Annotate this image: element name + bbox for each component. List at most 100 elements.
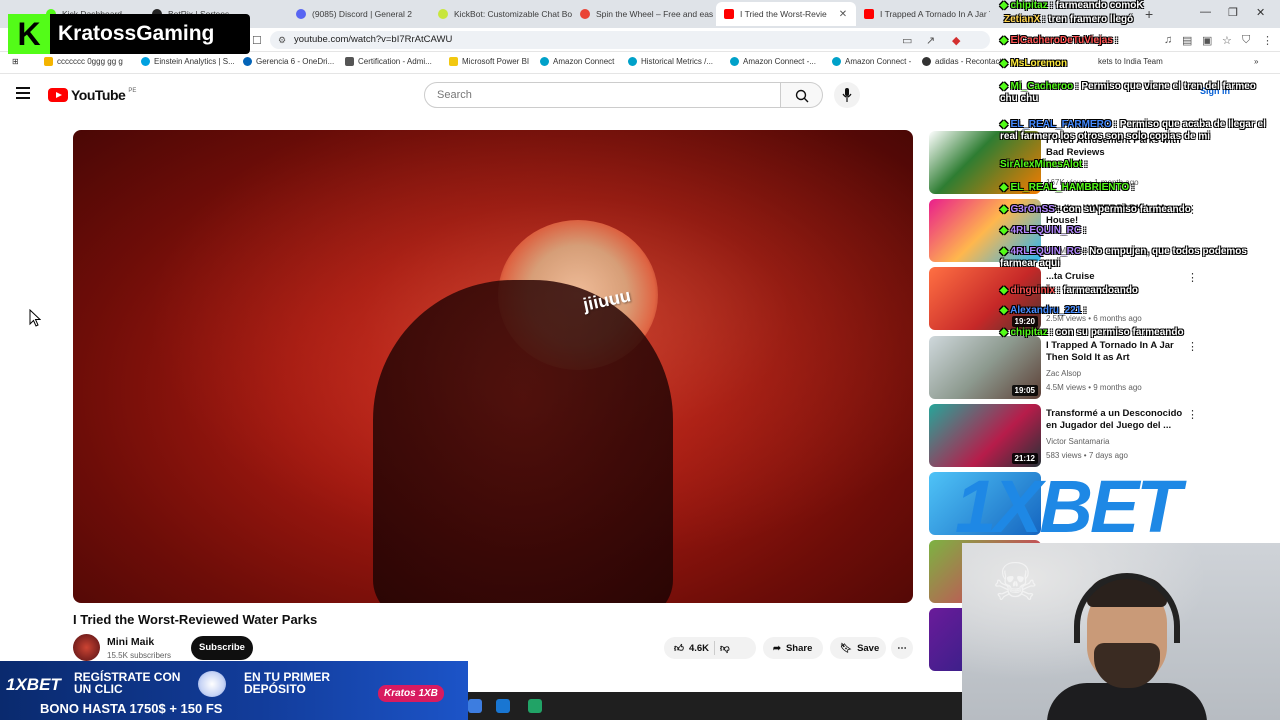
promo-tag: Kratos 1XB [378, 685, 444, 702]
new-tab-icon[interactable]: + [1145, 6, 1153, 22]
shield-icon[interactable]: ⛉ [1242, 34, 1250, 47]
close-tab-icon[interactable]: ✕ [839, 9, 847, 20]
microphone-icon [842, 88, 852, 102]
video-thumbnail[interactable]: 19:20 [929, 267, 1041, 330]
hamburger-menu-icon[interactable] [16, 87, 30, 102]
more-options-icon[interactable]: ⋮ [1187, 203, 1198, 216]
search-input[interactable]: Search [424, 82, 781, 108]
tab-discord[interactable]: (9085) Discord | General 2 [296, 4, 434, 24]
divider [714, 641, 716, 655]
share-page-icon[interactable]: ↗ [926, 34, 935, 47]
recommendation-item[interactable]: 19:20 ...ta Cruise 2.5M views • 6 months… [929, 267, 1269, 330]
search-button[interactable] [781, 82, 823, 108]
bookmark-item[interactable]: Amazon Connect - [832, 57, 911, 66]
maximize-icon[interactable]: ❐ [1228, 6, 1238, 19]
channel-name[interactable]: Mini Maik [107, 636, 154, 648]
promo-line-3: BONO HASTA 1750$ + 150 FS [40, 701, 223, 716]
skull-decal-icon: ☠ [992, 554, 1039, 612]
channel-avatar[interactable] [73, 634, 100, 661]
minimize-icon[interactable]: — [1200, 6, 1211, 18]
bookmarks-bar: ⊞ ccccccc 0ggg gg g Einstein Analytics |… [0, 52, 1280, 74]
streamer-name: KratossGaming [58, 22, 215, 45]
bookmark-item[interactable]: Historical Metrics /... [628, 57, 713, 66]
search-icon [795, 89, 809, 103]
tab-favicon-icon [296, 9, 306, 19]
cloud-icon [141, 57, 150, 66]
more-bookmarks-icon[interactable]: » [1254, 57, 1258, 66]
webcam-feed: ☠ [962, 543, 1280, 720]
promo-brand: 1XBET [6, 675, 61, 694]
bookmark-item[interactable]: Amazon Connect [540, 57, 614, 66]
mouse-cursor-icon [29, 309, 41, 327]
brave-shield-icon[interactable]: ◆ [952, 34, 960, 47]
recommendation-item[interactable]: 19:05 I Trapped A Tornado In A Jar Then … [929, 336, 1269, 399]
bookmark-item[interactable]: adidas - Recontacto [922, 57, 1006, 66]
tab-spin-wheel[interactable]: Spin the Wheel – Free and eas [580, 4, 714, 24]
bookmark-icon[interactable]: ☐ [252, 34, 262, 47]
share-button[interactable]: ➦ Share [763, 637, 823, 659]
cloud-icon [832, 57, 841, 66]
tab-tornado-video[interactable]: I Trapped A Tornado In A Jar Th [864, 4, 990, 24]
video-title: I Tried the Worst-Reviewed Water Parks [73, 612, 318, 627]
tab-favicon-icon [580, 9, 590, 19]
certificate-icon [345, 57, 354, 66]
bookmark-item[interactable]: Certification - Admi... [345, 57, 432, 66]
apps-icon[interactable]: ⊞ [12, 57, 19, 66]
recommendation-item[interactable]: 21:12 Transformé a un Desconocido en Jug… [929, 404, 1269, 467]
tab-kickbot[interactable]: KickBot: Customizable Chat Bo [438, 4, 574, 24]
split-view-icon[interactable]: ▣ [1202, 34, 1212, 47]
url-field[interactable]: ⚙ youtube.com/watch?v=bI7RrAtCAWU [270, 31, 990, 49]
taskbar-app-icon[interactable] [496, 699, 510, 713]
like-count: 4.6K [688, 642, 710, 654]
cloud-icon [730, 57, 739, 66]
video-thumbnail[interactable] [929, 131, 1041, 194]
subscribe-button[interactable]: Subscribe [191, 636, 253, 660]
bookmark-item[interactable]: kets to India Team [1098, 57, 1163, 66]
tab-active-youtube-video[interactable]: I Tried the Worst-Revie ✕ [716, 2, 856, 26]
bookmark-item[interactable]: Gerencia 6 - OneDri... [243, 57, 334, 66]
bookmark-item[interactable]: ccccccc 0ggg gg g [44, 57, 123, 66]
cast-icon[interactable]: ▭ [902, 34, 912, 47]
bookmark-item[interactable]: Amazon Connect -... [730, 57, 816, 66]
dislike-icon[interactable]: 👎︎ [720, 642, 730, 654]
sponsor-logo-text: 1XBET [955, 465, 1182, 548]
more-options-icon[interactable]: ⋮ [1187, 271, 1198, 284]
power-bi-icon [449, 57, 458, 66]
subscriber-count: 15.5K subscribers [107, 651, 172, 660]
voice-search-button[interactable] [834, 82, 860, 108]
bookmark-item[interactable]: Einstein Analytics | S... [141, 57, 235, 66]
excel-icon[interactable] [528, 699, 542, 713]
diamond-icon: ◆ [1000, 119, 1011, 130]
favorites-icon[interactable]: ☆ [1222, 34, 1232, 47]
youtube-logo[interactable]: YouTube PE [48, 87, 136, 103]
taskbar-app-icon[interactable] [468, 699, 482, 713]
promo-line-1: REGÍSTRATE CON UN CLIC [74, 670, 181, 696]
cloud-icon [243, 57, 252, 66]
video-thumbnail[interactable] [929, 199, 1041, 262]
save-button[interactable]: 🔖︎ Save [830, 637, 886, 659]
reading-list-icon[interactable]: ▤ [1182, 34, 1192, 47]
close-window-icon[interactable]: ✕ [1256, 6, 1265, 19]
youtube-play-icon [48, 88, 68, 102]
streamer-logo-badge: K KratossGaming [8, 14, 250, 54]
site-info-icon[interactable]: ⚙ [278, 31, 286, 49]
more-options-icon[interactable]: ⋮ [1187, 408, 1198, 421]
more-actions-icon[interactable]: ⋯ [891, 637, 913, 659]
video-player[interactable]: jiiuuu [73, 130, 913, 603]
video-thumbnail[interactable]: 19:05 [929, 336, 1041, 399]
video-thumbnail[interactable]: 21:12 [929, 404, 1041, 467]
recommendation-item[interactable]: I Built a WATERPARK In My House! 128M vi… [929, 199, 1269, 262]
bookmark-item[interactable]: Microsoft Power BI [449, 57, 529, 66]
like-button[interactable]: 👍︎ [674, 642, 684, 654]
taskbar [468, 692, 962, 720]
rider-silhouette [373, 280, 673, 603]
menu-icon[interactable]: ⋮ [1262, 34, 1273, 47]
folder-icon [44, 57, 53, 66]
recommendation-item[interactable]: I Tried Amusement Parks with Bad Reviews… [929, 131, 1269, 194]
youtube-header: YouTube PE Search [0, 74, 1280, 118]
sign-in-button[interactable]: Sign in [1200, 86, 1230, 96]
streamer-body [1047, 683, 1207, 720]
sponsor-promo-banner: 1XBET REGÍSTRATE CON UN CLIC EN TU PRIME… [0, 661, 468, 720]
more-options-icon[interactable]: ⋮ [1187, 340, 1198, 353]
media-icon[interactable]: ♫ [1164, 34, 1172, 46]
